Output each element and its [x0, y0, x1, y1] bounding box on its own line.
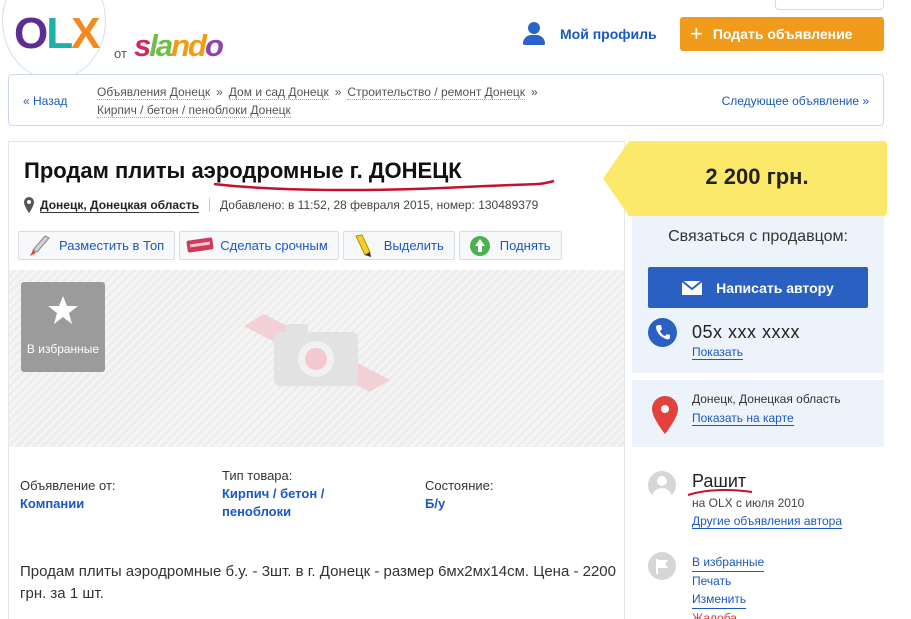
logo-from-text: от: [114, 46, 127, 61]
make-urgent-button[interactable]: Сделать срочным: [179, 231, 339, 260]
breadcrumb-item[interactable]: Дом и сад Донецк: [228, 85, 329, 100]
plus-icon: +: [690, 21, 703, 46]
breadcrumb-item[interactable]: Объявления Донецк: [97, 85, 211, 100]
contact-title: Связаться с продавцом:: [668, 228, 848, 245]
post-ad-button[interactable]: + Подать объявление: [680, 17, 884, 51]
title-red-underline: [213, 179, 555, 192]
location-pin-icon: [24, 197, 34, 213]
back-link[interactable]: « Назад: [23, 94, 67, 108]
top-right-tab[interactable]: [775, 0, 884, 10]
seller-since: на OLX с июля 2010: [692, 496, 805, 510]
write-author-button[interactable]: Написать автору: [648, 267, 868, 308]
highlighter-icon: [355, 233, 371, 257]
map-pin-icon: [652, 396, 678, 434]
phone-number: 05x xxx xxxx: [692, 322, 801, 342]
ad-utility-links: В избранные Печать Изменить Жалоба: [692, 553, 765, 619]
edit-link[interactable]: Изменить: [692, 590, 747, 609]
show-phone-link[interactable]: Показать: [692, 345, 744, 360]
report-link[interactable]: Жалоба: [692, 609, 737, 619]
lift-up-icon: [469, 235, 490, 256]
lift-up-button[interactable]: Поднять: [458, 231, 562, 260]
flag-icon: [648, 552, 676, 580]
add-to-favorites-link[interactable]: В избранные: [692, 553, 765, 572]
show-on-map-link[interactable]: Показать на карте: [692, 411, 794, 426]
no-photo-camera-icon: [244, 314, 390, 392]
ad-location-link[interactable]: Донецк, Донецкая область: [40, 198, 200, 213]
ad-meta: Донецк, Донецкая область Добавлено: в 11…: [24, 197, 538, 213]
param-value[interactable]: Кирпич / бетон / пеноблоки: [222, 485, 372, 521]
phone-icon: [648, 318, 677, 347]
ad-description: Продам плиты аэродромные б.у. - 3шт. в г…: [20, 563, 616, 602]
post-ad-label: Подать объявление: [712, 26, 853, 42]
my-profile-link[interactable]: Мой профиль: [522, 22, 657, 46]
favorites-label: В избранные: [26, 342, 100, 356]
avatar: [648, 471, 676, 499]
star-icon: [48, 296, 78, 324]
print-link[interactable]: Печать: [692, 572, 731, 590]
param-value[interactable]: Б/у: [425, 495, 615, 513]
rocket-icon: [30, 234, 50, 256]
ad-price: 2 200 грн.: [705, 164, 809, 189]
next-ad-link[interactable]: Следующее объявление »: [722, 94, 869, 108]
breadcrumb: Объявления Донецк» Дом и сад Донецк» Строи…: [97, 85, 538, 118]
add-favorites-button[interactable]: В избранные: [21, 282, 105, 372]
olx-logo[interactable]: OLX: [14, 10, 101, 58]
breadcrumb-item[interactable]: Кирпич / бетон / пеноблоки Донецк: [97, 103, 291, 118]
promote-top-button[interactable]: Разместить в Топ: [18, 231, 176, 260]
breadcrumb-item[interactable]: Строительство / ремонт Донецк: [347, 85, 526, 100]
param-offer-from: Объявление от: Компании: [20, 477, 210, 513]
meta-divider: [209, 198, 211, 212]
seller-other-ads-link[interactable]: Другие объявления автора: [692, 514, 843, 529]
param-condition: Состояние: Б/у: [425, 477, 615, 513]
seller-location: Донецк, Донецкая область: [692, 392, 841, 406]
slando-logo: slando: [134, 28, 224, 63]
urgent-tag-icon: [186, 237, 214, 252]
user-icon: [522, 22, 546, 46]
param-product-type: Тип товара: Кирпич / бетон / пеноблоки: [222, 467, 372, 521]
highlight-button[interactable]: Выделить: [342, 231, 455, 260]
ad-added-info: Добавлено: в 11:52, 28 февраля 2015, ном…: [220, 198, 539, 212]
my-profile-label: Мой профиль: [560, 26, 657, 42]
breadcrumb-bar: « Назад Объявления Донецк» Дом и сад Доне…: [8, 74, 884, 126]
param-value[interactable]: Компании: [20, 495, 210, 513]
ad-actions: Разместить в Топ Сделать срочным Выделит…: [18, 231, 562, 260]
envelope-icon: [682, 280, 703, 295]
